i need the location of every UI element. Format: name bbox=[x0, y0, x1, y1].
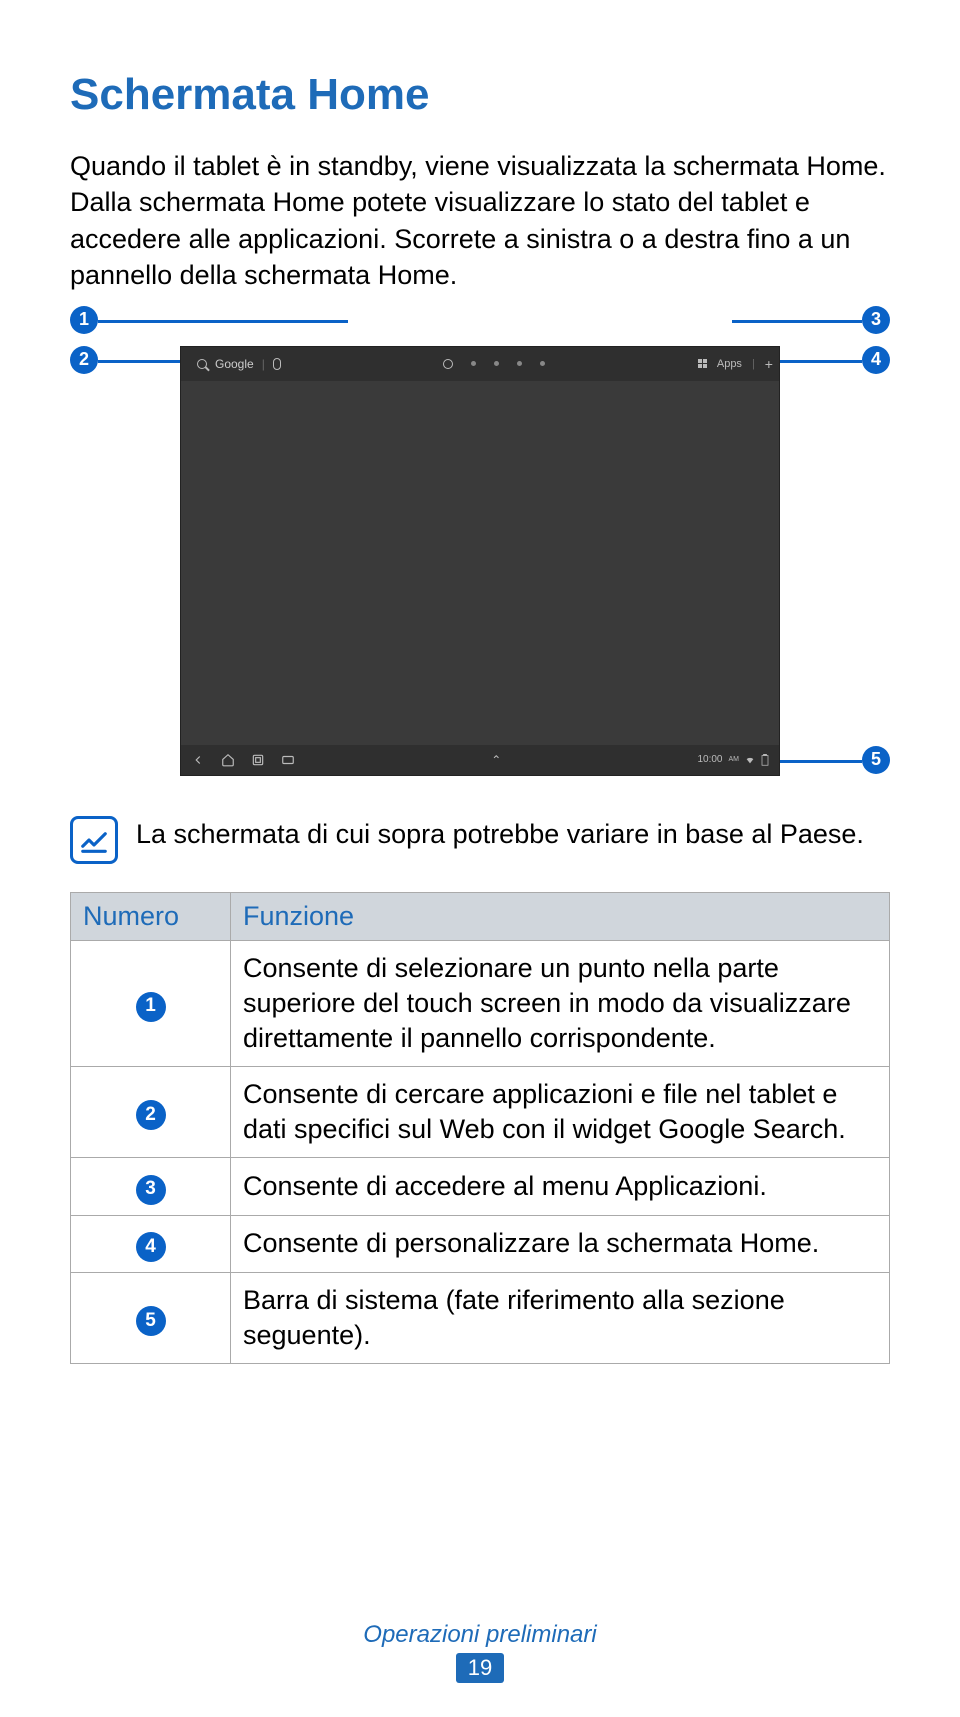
wifi-icon bbox=[745, 755, 755, 765]
callout-3-line bbox=[732, 320, 862, 323]
callout-2: 2 bbox=[70, 346, 98, 374]
callout-3-label: 3 bbox=[871, 309, 881, 330]
row-func: Consente di personalizzare la schermata … bbox=[231, 1215, 890, 1272]
callout-2-label: 2 bbox=[79, 349, 89, 370]
footer-section: Operazioni preliminari bbox=[0, 1621, 960, 1649]
tablet-topbar: Google | Apps | + bbox=[181, 347, 779, 381]
table-row: 5 Barra di sistema (fate riferimento all… bbox=[71, 1272, 890, 1363]
row-num: 4 bbox=[136, 1232, 166, 1262]
dot-active bbox=[443, 359, 453, 369]
dot bbox=[494, 361, 499, 366]
table-row: 3 Consente di accedere al menu Applicazi… bbox=[71, 1158, 890, 1215]
page-footer: Operazioni preliminari 19 bbox=[0, 1621, 960, 1683]
row-num: 2 bbox=[136, 1100, 166, 1130]
expand-icon: ⌃ bbox=[491, 753, 501, 767]
tablet-screenshot: Google | Apps | + bbox=[180, 346, 780, 776]
apps-grid-icon bbox=[698, 359, 707, 368]
callout-1: 1 bbox=[70, 306, 98, 334]
row-num: 5 bbox=[136, 1306, 166, 1336]
dot bbox=[471, 361, 476, 366]
google-search-widget: Google | bbox=[187, 351, 291, 377]
dot bbox=[517, 361, 522, 366]
recent-icon bbox=[251, 753, 265, 767]
search-label: Google bbox=[215, 357, 254, 371]
note-text: La schermata di cui sopra potrebbe varia… bbox=[136, 816, 864, 852]
note-row: La schermata di cui sopra potrebbe varia… bbox=[70, 816, 890, 864]
row-func: Consente di selezionare un punto nella p… bbox=[231, 940, 890, 1066]
capture-icon bbox=[281, 753, 295, 767]
note-icon bbox=[70, 816, 118, 864]
function-table: Numero Funzione 1 Consente di selezionar… bbox=[70, 892, 890, 1364]
table-row: 4 Consente di personalizzare la schermat… bbox=[71, 1215, 890, 1272]
row-num: 3 bbox=[136, 1175, 166, 1205]
row-num: 1 bbox=[136, 992, 166, 1022]
th-numero: Numero bbox=[71, 892, 231, 940]
clock-time: 10:00 bbox=[697, 754, 722, 765]
callout-5-line bbox=[780, 760, 862, 763]
page-title: Schermata Home bbox=[70, 70, 890, 120]
footer-page-number: 19 bbox=[456, 1653, 504, 1683]
callout-1-line bbox=[98, 320, 348, 323]
apps-label: Apps bbox=[717, 358, 742, 370]
callout-4-line bbox=[780, 360, 862, 363]
home-icon bbox=[221, 753, 235, 767]
dot bbox=[540, 361, 545, 366]
search-icon bbox=[197, 359, 207, 369]
back-icon bbox=[191, 753, 205, 767]
callout-3: 3 bbox=[862, 306, 890, 334]
battery-icon bbox=[761, 754, 769, 766]
clock-ampm: AM bbox=[729, 756, 740, 763]
plus-icon: + bbox=[765, 356, 773, 372]
row-func: Barra di sistema (fate riferimento alla … bbox=[231, 1272, 890, 1363]
table-row: 2 Consente di cercare applicazioni e fil… bbox=[71, 1067, 890, 1158]
apps-area: Apps | + bbox=[698, 356, 773, 372]
callout-2-line bbox=[98, 360, 180, 363]
intro-paragraph: Quando il tablet è in standby, viene vis… bbox=[70, 148, 890, 294]
callout-4: 4 bbox=[862, 346, 890, 374]
tablet-systembar: ⌃ 10:00 AM bbox=[181, 745, 779, 775]
microphone-icon bbox=[273, 358, 281, 370]
nav-icons bbox=[191, 753, 295, 767]
callout-5-label: 5 bbox=[871, 749, 881, 770]
panel-indicator bbox=[443, 359, 545, 369]
table-row: 1 Consente di selezionare un punto nella… bbox=[71, 940, 890, 1066]
callout-4-label: 4 bbox=[871, 349, 881, 370]
callout-5: 5 bbox=[862, 746, 890, 774]
status-area: 10:00 AM bbox=[697, 754, 769, 766]
th-funzione: Funzione bbox=[231, 892, 890, 940]
home-screen-figure: 1 2 3 4 5 Goog bbox=[70, 306, 890, 786]
row-func: Consente di accedere al menu Applicazion… bbox=[231, 1158, 890, 1215]
row-func: Consente di cercare applicazioni e file … bbox=[231, 1067, 890, 1158]
callout-1-label: 1 bbox=[79, 309, 89, 330]
